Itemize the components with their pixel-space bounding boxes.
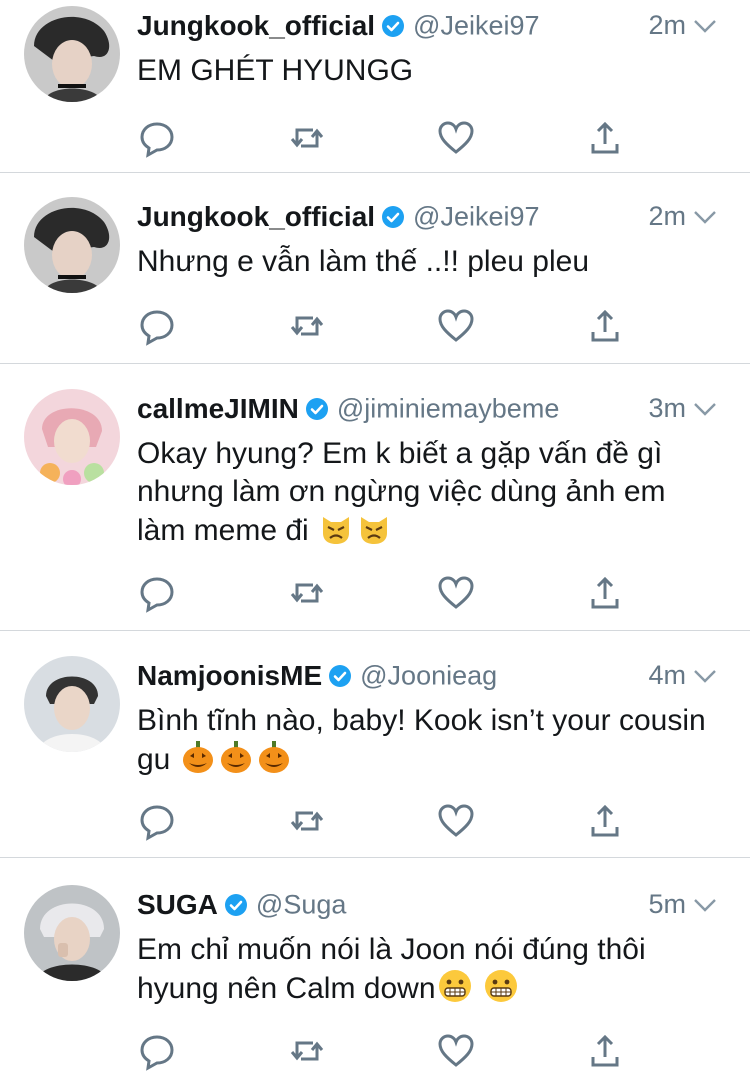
avatar[interactable]	[24, 197, 120, 293]
verified-badge-icon	[224, 893, 248, 917]
display-name[interactable]: NamjoonisME	[137, 660, 322, 691]
verified-badge-icon	[328, 664, 352, 688]
chevron-down-icon[interactable]	[692, 667, 718, 685]
tweet-text: Nhưng e vẫn làm thế ..!! pleu pleu	[137, 245, 590, 278]
jack-o-lantern-emoji	[181, 740, 215, 774]
avatar[interactable]	[24, 885, 120, 981]
jack-o-lantern-emoji	[257, 740, 291, 774]
retweet-icon[interactable]	[287, 306, 327, 346]
display-name[interactable]: callmeJIMIN	[137, 393, 299, 424]
angry-cat-emoji	[357, 511, 391, 545]
share-icon[interactable]	[585, 118, 625, 158]
tweet-text: Okay hyung? Em k biết a gặp vấn đề gì nh…	[137, 437, 674, 547]
user-handle[interactable]: @Jeikei97	[413, 202, 539, 232]
timestamp: 2m	[648, 10, 686, 40]
timestamp: 2m	[648, 201, 686, 231]
reply-icon[interactable]	[137, 1031, 177, 1071]
share-icon[interactable]	[585, 1031, 625, 1071]
reply-icon[interactable]	[137, 573, 177, 613]
angry-cat-emoji	[319, 511, 353, 545]
chevron-down-icon[interactable]	[692, 400, 718, 418]
tweet[interactable]: callmeJIMIN @jiminiemaybeme 3m Okay hyung…	[0, 389, 750, 624]
reply-icon[interactable]	[137, 118, 177, 158]
like-icon[interactable]	[436, 118, 476, 158]
share-icon[interactable]	[585, 306, 625, 346]
timestamp: 4m	[648, 660, 686, 690]
grimacing-emoji	[484, 969, 518, 1003]
display-name[interactable]: SUGA	[137, 889, 218, 920]
like-icon[interactable]	[436, 573, 476, 613]
verified-badge-icon	[305, 397, 329, 421]
tweet[interactable]: SUGA @Suga 5m Em chỉ muốn nói là Joon nói…	[0, 885, 750, 1071]
divider	[0, 857, 750, 858]
tweet-text: Bình tĩnh nào, baby! Kook isn’t your cou…	[137, 704, 715, 776]
tweet[interactable]: NamjoonisME @Joonieag 4m Bình tĩnh nào, b…	[0, 656, 750, 846]
display-name[interactable]: Jungkook_official	[137, 201, 375, 232]
jack-o-lantern-emoji	[219, 740, 253, 774]
retweet-icon[interactable]	[287, 118, 327, 158]
chevron-down-icon[interactable]	[692, 896, 718, 914]
divider	[0, 630, 750, 631]
user-handle[interactable]: @jiminiemaybeme	[337, 394, 559, 424]
reply-icon[interactable]	[137, 801, 177, 841]
verified-badge-icon	[381, 205, 405, 229]
timestamp: 3m	[648, 393, 686, 423]
retweet-icon[interactable]	[287, 801, 327, 841]
retweet-icon[interactable]	[287, 573, 327, 613]
like-icon[interactable]	[436, 1031, 476, 1071]
tweet-text: EM GHÉT HYUNGG	[137, 54, 414, 87]
like-icon[interactable]	[436, 801, 476, 841]
divider	[0, 363, 750, 364]
grimacing-emoji	[438, 969, 472, 1003]
share-icon[interactable]	[585, 573, 625, 613]
tweet-text: Em chỉ muốn nói là Joon nói đúng thôi hy…	[137, 933, 654, 1005]
tweet[interactable]: Jungkook_official @Jeikei97 2m Nhưng e vẫ…	[0, 197, 750, 357]
reply-icon[interactable]	[137, 306, 177, 346]
user-handle[interactable]: @Suga	[256, 890, 346, 920]
share-icon[interactable]	[585, 801, 625, 841]
like-icon[interactable]	[436, 306, 476, 346]
user-handle[interactable]: @Jeikei97	[413, 11, 539, 41]
tweet[interactable]: Jungkook_official @Jeikei97 2m EM GHÉT HY…	[0, 6, 750, 166]
chevron-down-icon[interactable]	[692, 208, 718, 226]
timestamp: 5m	[648, 889, 686, 919]
divider	[0, 172, 750, 173]
tweet-feed: Jungkook_official @Jeikei97 2m EM GHÉT HY…	[0, 0, 750, 1071]
avatar[interactable]	[24, 389, 120, 485]
retweet-icon[interactable]	[287, 1031, 327, 1071]
verified-badge-icon	[381, 14, 405, 38]
chevron-down-icon[interactable]	[692, 17, 718, 35]
user-handle[interactable]: @Joonieag	[360, 661, 497, 691]
avatar[interactable]	[24, 6, 120, 102]
avatar[interactable]	[24, 656, 120, 752]
display-name[interactable]: Jungkook_official	[137, 10, 375, 41]
